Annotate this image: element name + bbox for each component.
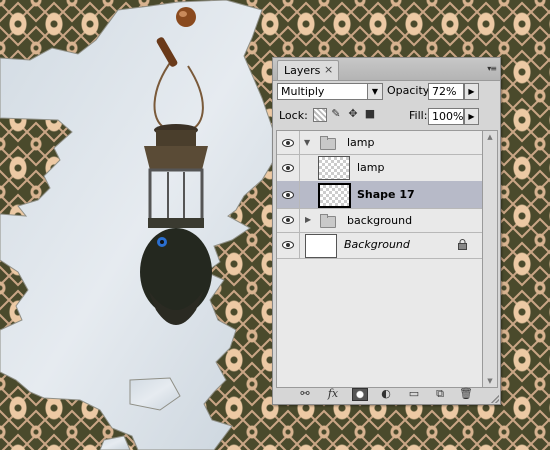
expand-triangle-right-icon[interactable]: ▶ xyxy=(305,215,311,224)
new-layer-icon[interactable]: ⧉ xyxy=(433,387,447,401)
layer-name: Shape 17 xyxy=(357,188,415,201)
delete-layer-trash-icon[interactable]: 🗑 xyxy=(459,387,473,401)
adjustment-layer-icon[interactable]: ◐ xyxy=(378,387,394,401)
fill-value: 100% xyxy=(432,110,464,123)
close-icon[interactable]: × xyxy=(324,63,333,76)
lock-image-pixels-brush-icon[interactable]: ✎ xyxy=(330,108,342,120)
opacity-label: Opacity: xyxy=(387,84,433,97)
scroll-up-arrow-icon[interactable]: ▲ xyxy=(483,131,497,143)
folder-icon xyxy=(320,136,336,150)
layer-row-background-group[interactable]: ▶ background xyxy=(277,208,482,233)
lock-label: Lock: xyxy=(279,109,308,122)
layer-name: background xyxy=(347,214,413,227)
visibility-eye-icon[interactable] xyxy=(277,181,300,208)
layer-row-background[interactable]: Background xyxy=(277,232,482,259)
opacity-field[interactable]: 72% xyxy=(428,83,464,100)
folder-icon xyxy=(320,214,336,228)
link-layers-icon[interactable]: ⚯ xyxy=(296,387,314,401)
layer-thumbnail xyxy=(318,156,350,180)
lock-transparent-pixels-icon[interactable] xyxy=(313,108,327,122)
layer-thumbnail xyxy=(318,183,351,208)
resize-grip-icon[interactable] xyxy=(491,395,499,403)
panel-bottom-toolbar: ⚯ fx ◐ ▭ ⧉ 🗑 xyxy=(273,386,500,404)
lock-position-move-icon[interactable]: ✥ xyxy=(347,108,359,120)
layer-row-lamp[interactable]: lamp xyxy=(277,154,482,182)
layer-list-scrollbar[interactable]: ▲ ▼ xyxy=(482,130,498,388)
layers-panel: Layers × ▾≡ Multiply ▼ Opacity: 72% ▶ Lo… xyxy=(272,57,501,405)
opacity-value: 72% xyxy=(432,85,457,98)
layer-name: Background xyxy=(344,238,410,251)
chevron-down-icon[interactable]: ▼ xyxy=(367,84,382,99)
blend-mode-value: Multiply xyxy=(281,85,325,98)
tab-layers[interactable]: Layers × xyxy=(277,60,339,80)
fill-label: Fill: xyxy=(409,109,428,122)
layer-list: ▼ lamp lamp Shape 17 ▶ background Backgr… xyxy=(276,130,483,388)
visibility-eye-icon[interactable] xyxy=(277,154,300,181)
tab-layers-label: Layers xyxy=(284,64,321,77)
visibility-eye-icon[interactable] xyxy=(277,131,300,154)
layer-style-fx-icon[interactable]: fx xyxy=(324,387,342,401)
layer-name: lamp xyxy=(347,136,375,149)
panel-tab-bar: Layers × ▾≡ xyxy=(273,58,500,81)
lock-all-icon[interactable]: ■ xyxy=(364,108,376,120)
new-group-folder-icon[interactable]: ▭ xyxy=(406,387,422,401)
add-layer-mask-icon[interactable] xyxy=(352,388,368,401)
expand-triangle-down-icon[interactable]: ▼ xyxy=(304,138,310,147)
visibility-eye-icon[interactable] xyxy=(277,232,300,258)
visibility-eye-icon[interactable] xyxy=(277,208,300,232)
panel-menu-icon[interactable]: ▾≡ xyxy=(487,64,497,73)
fill-slider-arrow-icon[interactable]: ▶ xyxy=(464,108,479,125)
layer-thumbnail xyxy=(305,234,337,258)
layer-row-shape-17[interactable]: Shape 17 xyxy=(277,181,482,209)
opacity-slider-arrow-icon[interactable]: ▶ xyxy=(464,83,479,100)
lock-icon xyxy=(458,239,467,253)
layer-row-lamp-group[interactable]: ▼ lamp xyxy=(277,131,482,155)
fill-field[interactable]: 100% xyxy=(428,108,464,125)
blend-mode-dropdown[interactable]: Multiply ▼ xyxy=(277,83,383,100)
layer-name: lamp xyxy=(357,161,385,174)
